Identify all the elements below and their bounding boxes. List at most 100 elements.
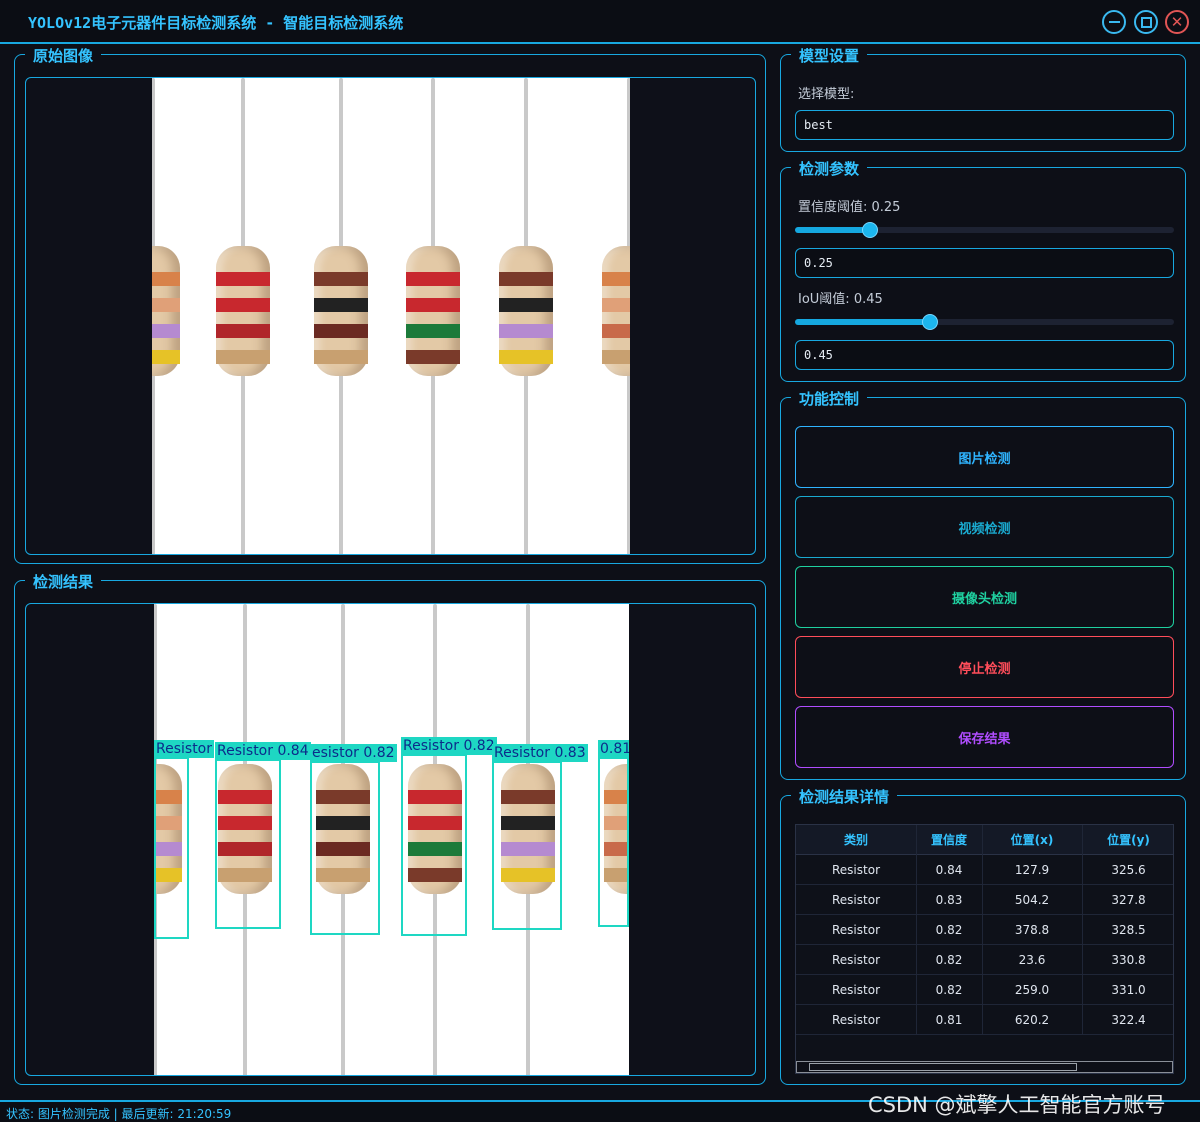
color-band [406, 324, 460, 338]
results-detail-title: 检测结果详情 [791, 786, 898, 807]
iou-slider-handle[interactable] [921, 314, 938, 330]
column-header[interactable]: 类别 [796, 825, 916, 855]
column-header[interactable]: 位置(x) [982, 825, 1082, 855]
save-result-button[interactable]: 保存结果 [795, 706, 1174, 768]
detection-result-image: Resistor Resistor 0.84 esistor 0.82 Resisto… [154, 604, 629, 1075]
original-image-panel: 原始图像 [14, 45, 766, 564]
conf-slider-fill [795, 227, 870, 233]
color-band [499, 350, 553, 364]
table-cell: Resistor [832, 953, 880, 967]
window-title: YOLOv12电子元器件目标检测系统 - 智能目标检测系统 [28, 14, 404, 32]
color-band [216, 272, 270, 286]
color-band [152, 298, 180, 312]
table-cell: 330.8 [1111, 953, 1146, 967]
detection-result-frame: Resistor Resistor 0.84 esistor 0.82 Resisto… [25, 603, 756, 1076]
function-control-title: 功能控制 [791, 388, 868, 409]
table-cell: 378.8 [1014, 923, 1050, 937]
iou-slider[interactable] [795, 314, 1174, 330]
maximize-icon[interactable] [1134, 10, 1158, 34]
stop-detect-button[interactable]: 停止检测 [795, 636, 1174, 698]
color-band [152, 350, 180, 364]
model-select[interactable]: best [795, 110, 1174, 140]
color-band [314, 272, 368, 286]
table-cell: 328.5 [1111, 923, 1146, 937]
column-header[interactable]: 置信度 [916, 825, 982, 855]
resistor-body [314, 246, 368, 376]
color-band [152, 324, 180, 338]
color-band [314, 324, 368, 338]
row-divider [796, 1034, 1173, 1035]
table-cell: 0.81 [935, 1013, 963, 1027]
select-model-label: 选择模型: [798, 87, 855, 102]
camera-detect-button[interactable]: 摄像头检测 [795, 566, 1174, 628]
close-icon[interactable]: ✕ [1165, 10, 1189, 34]
table-cell: 259.0 [1014, 983, 1050, 997]
resistor-body [152, 246, 180, 376]
color-band [216, 298, 270, 312]
table-cell: Resistor [832, 893, 880, 907]
detect-params-panel: 检测参数 置信度阈值: 0.25 0.25 IoU阈值: 0.45 0.45 [780, 158, 1186, 382]
table-cell: 331.0 [1111, 983, 1146, 997]
results-table: 类别 置信度 位置(x) 位置(y) Resistor 0.84 127.9 325.6 Res… [795, 824, 1174, 1074]
color-band [152, 272, 180, 286]
detection-result-panel: 检测结果 Resistor Resistor 0.84 esistor 0.82 Re… [14, 571, 766, 1085]
color-band [499, 272, 553, 286]
iou-threshold-label: IoU阈值: 0.45 [798, 292, 883, 307]
image-detect-button[interactable]: 图片检测 [795, 426, 1174, 488]
detection-box: Resistor 0.84 [215, 742, 311, 929]
color-band [406, 298, 460, 312]
conf-input[interactable]: 0.25 [795, 248, 1174, 278]
table-cell: 23.6 [1018, 953, 1046, 967]
conf-slider-handle[interactable] [861, 222, 878, 238]
column-divider [982, 825, 983, 1035]
color-band [314, 298, 368, 312]
detection-label: Resistor 0.83 [492, 744, 588, 762]
color-band [602, 324, 630, 338]
status-text: 状态: 图片检测完成 | 最后更新: 21:20:59 [6, 1107, 232, 1121]
iou-input[interactable]: 0.45 [795, 340, 1174, 370]
color-band [499, 324, 553, 338]
table-cell: 127.9 [1014, 863, 1050, 877]
table-cell: 327.8 [1111, 893, 1146, 907]
detection-label: Resistor [154, 740, 214, 758]
minimize-icon[interactable] [1102, 10, 1126, 34]
table-cell: 0.82 [935, 983, 963, 997]
table-cell: 322.4 [1111, 1013, 1146, 1027]
conf-threshold-label: 置信度阈值: 0.25 [798, 200, 901, 215]
detection-label: esistor 0.82 [310, 744, 397, 762]
horizontal-scrollbar[interactable] [796, 1061, 1173, 1073]
table-cell: Resistor [832, 923, 880, 937]
color-band [602, 272, 630, 286]
detect-params-title: 检测参数 [791, 158, 868, 179]
detection-label: Resistor 0.84 [215, 742, 311, 760]
table-cell: 0.82 [935, 923, 963, 937]
color-band [216, 350, 270, 364]
column-header[interactable]: 位置(y) [1082, 825, 1175, 855]
original-image-frame [25, 77, 756, 555]
detection-label: 0.81 [598, 740, 629, 758]
watermark: CSDN @斌擎人工智能官方账号 [868, 1093, 1166, 1117]
original-image-title: 原始图像 [25, 45, 102, 66]
table-cell: Resistor [832, 1013, 880, 1027]
model-settings-panel: 模型设置 选择模型: best [780, 45, 1186, 152]
video-detect-button[interactable]: 视频检测 [795, 496, 1174, 558]
detection-box: Resistor [154, 740, 214, 939]
function-control-panel: 功能控制 图片检测 视频检测 摄像头检测 停止检测 保存结果 [780, 388, 1186, 780]
table-cell: 0.82 [935, 953, 963, 967]
conf-slider[interactable] [795, 222, 1174, 238]
table-cell: 504.2 [1014, 893, 1050, 907]
color-band [499, 298, 553, 312]
detection-result-title: 检测结果 [25, 571, 102, 592]
color-band [406, 272, 460, 286]
scrollbar-thumb[interactable] [809, 1063, 1077, 1071]
column-divider [1082, 825, 1083, 1035]
color-band [216, 324, 270, 338]
detection-box: 0.81 [598, 740, 629, 927]
table-cell: 0.83 [935, 893, 963, 907]
title-bar: YOLOv12电子元器件目标检测系统 - 智能目标检测系统 ✕ [0, 0, 1200, 44]
table-cell: 325.6 [1111, 863, 1146, 877]
table-cell: Resistor [832, 983, 880, 997]
results-detail-panel: 检测结果详情 类别 置信度 位置(x) 位置(y) Resistor 0.84 127.9 3… [780, 786, 1186, 1085]
column-divider [916, 825, 917, 1035]
table-cell: 620.2 [1014, 1013, 1050, 1027]
